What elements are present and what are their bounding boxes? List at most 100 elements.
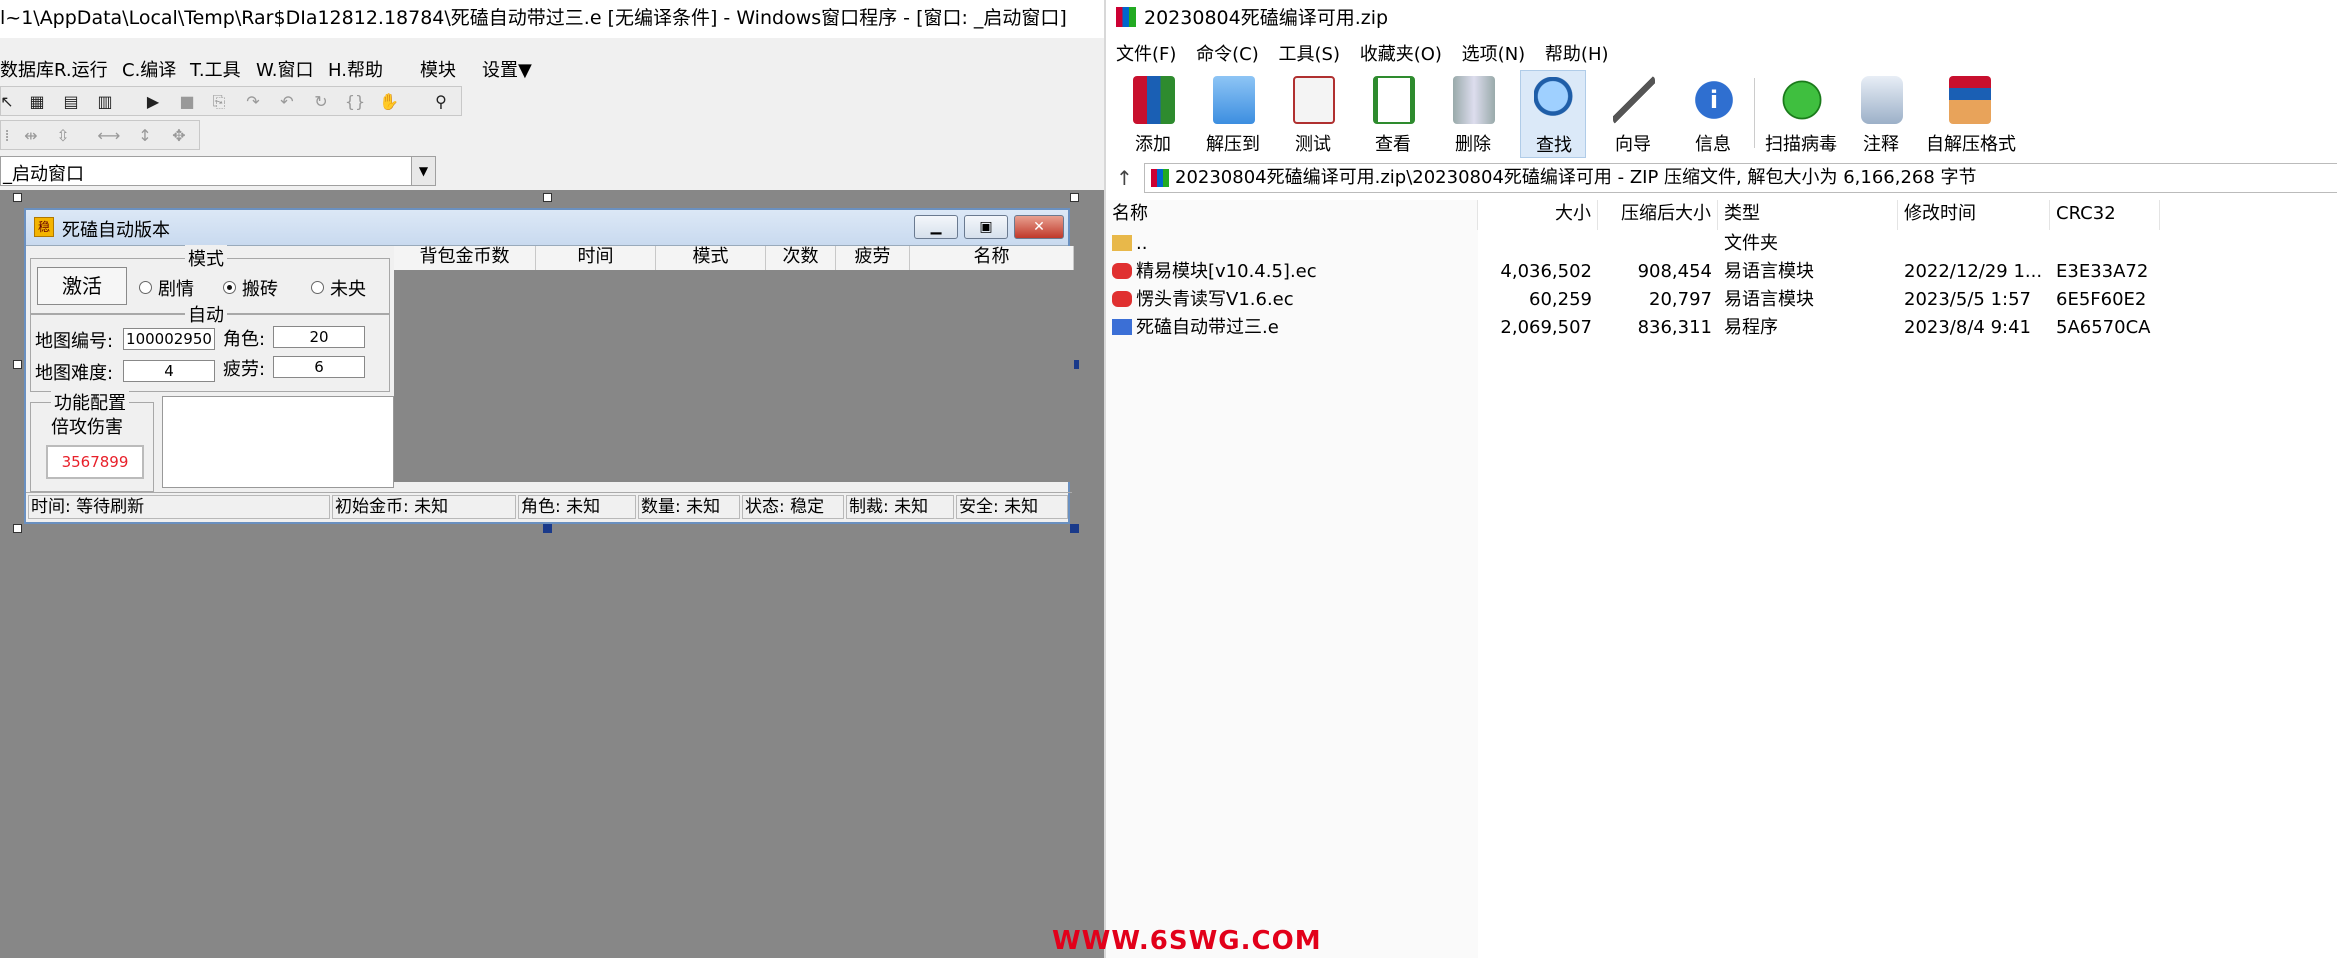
binoculars-icon[interactable]: ⚲ (429, 90, 453, 114)
run-icon[interactable]: ▶ (141, 90, 165, 114)
col-gold[interactable]: 背包金币数 (394, 246, 536, 270)
zip-toolbar: 添加 解压到 测试 查看 删除 查找 向导 i 信息 扫描病毒 注释 自解压格式 (1106, 70, 2337, 160)
vspace-icon[interactable]: ⇳ (51, 124, 75, 148)
view-button[interactable]: 查看 (1360, 70, 1426, 158)
col-size[interactable]: 大小 (1478, 200, 1598, 230)
resize-handle[interactable] (1070, 524, 1079, 533)
role-field[interactable]: 20 (273, 326, 365, 348)
col-time[interactable]: 时间 (536, 246, 656, 270)
comment-button[interactable]: 注释 (1848, 70, 1914, 158)
hspace-icon[interactable]: ⇹ (19, 124, 43, 148)
step-out-icon[interactable]: ↻ (309, 90, 333, 114)
radio-story[interactable]: 剧情 (139, 275, 194, 301)
table-row[interactable]: 愣头青读写V1.6.ec 60,259 20,797 易语言模块 2023/5/… (1106, 286, 2337, 314)
layout-icon[interactable]: ▦ (25, 90, 49, 114)
status-initial-gold: 初始金币: 未知 (332, 495, 516, 519)
resize-handle[interactable] (543, 524, 552, 533)
col-crc[interactable]: CRC32 (2050, 200, 2160, 230)
resize-handle[interactable] (13, 193, 22, 202)
activate-button[interactable]: 激活 (37, 267, 127, 305)
record-list[interactable]: 背包金币数 时间 模式 次数 疲劳 名称 (394, 246, 1074, 482)
role-label: 角色: (223, 329, 266, 350)
extract-button[interactable]: 解压到 (1200, 70, 1266, 158)
close-button[interactable]: ✕ (1014, 215, 1064, 239)
mode-group-caption: 模式 (185, 245, 227, 271)
table-row[interactable]: 死磕自动带过三.e 2,069,507 836,311 易程序 2023/8/4… (1106, 314, 2337, 342)
find-button[interactable]: 查找 (1520, 70, 1586, 158)
resize-handle[interactable] (13, 360, 22, 369)
col-name[interactable]: 名称 (910, 246, 1074, 270)
col-modified[interactable]: 修改时间 (1898, 200, 2050, 230)
step-icon[interactable]: ⎘ (207, 90, 231, 114)
resize-handle[interactable] (1070, 193, 1079, 202)
sfx-button[interactable]: 自解压格式 (1926, 70, 2016, 158)
menu-tools[interactable]: 工具(S) (1279, 44, 1340, 65)
center-icon[interactable]: ✥ (167, 124, 191, 148)
col-fatigue[interactable]: 疲劳 (836, 246, 910, 270)
menu-file[interactable]: 文件(F) (1116, 44, 1176, 65)
delete-button[interactable]: 删除 (1440, 70, 1506, 158)
hand-icon[interactable]: ✋ (377, 90, 401, 114)
step-into-icon[interactable]: ↷ (241, 90, 265, 114)
row-type: 易语言模块 (1724, 289, 1814, 310)
menu-help[interactable]: H.帮助 (328, 56, 383, 82)
braces-icon[interactable]: {} (343, 90, 367, 114)
menu-window[interactable]: W.窗口 (256, 56, 313, 82)
chevron-down-icon[interactable]: ▼ (411, 157, 435, 185)
sfx-box-icon (1949, 76, 1991, 124)
window-select-value: _启动窗口 (3, 164, 84, 185)
menu-database[interactable]: 数据库 (0, 56, 54, 82)
info-button[interactable]: i 信息 (1680, 70, 1746, 158)
fatigue-field[interactable]: 6 (273, 356, 365, 378)
col-packed[interactable]: 压缩后大小 (1598, 200, 1718, 230)
align-icon[interactable]: ⁞ (0, 124, 19, 148)
zip-title: 20230804死磕编译可用.zip (1144, 7, 1389, 29)
same-height-icon[interactable]: ↕ (133, 124, 157, 148)
stop-icon[interactable]: ■ (175, 90, 199, 114)
col-name[interactable]: 名称 (1106, 200, 1478, 230)
row-name: .. (1112, 230, 1147, 258)
menu-compile[interactable]: C.编译 (122, 56, 176, 82)
col-mode[interactable]: 模式 (656, 246, 766, 270)
menu-run[interactable]: R.运行 (54, 56, 108, 82)
row-packed: 908,454 (1637, 261, 1712, 282)
step-over-icon[interactable]: ↶ (275, 90, 299, 114)
window-select-combo[interactable]: _启动窗口 ▼ (0, 156, 436, 186)
menu-options[interactable]: 选项(N) (1462, 44, 1526, 65)
damage-field[interactable]: 3567899 (46, 445, 144, 479)
table-row[interactable]: .. 文件夹 (1106, 230, 2337, 258)
designed-form[interactable]: 稳 死磕自动版本 ▁ ▣ ✕ 模式 激活 剧情 搬砖 未央 自动 地图编号: 1… (24, 208, 1074, 524)
map-no-field[interactable]: 100002950 (123, 328, 215, 350)
radio-weiyang[interactable]: 未央 (311, 275, 366, 301)
menu-command[interactable]: 命令(C) (1196, 44, 1259, 65)
test-button[interactable]: 测试 (1280, 70, 1346, 158)
address-bar[interactable]: 20230804死磕编译可用.zip\20230804死磕编译可用 - ZIP … (1144, 163, 2337, 193)
minimize-button[interactable]: ▁ (914, 215, 958, 239)
resize-handle[interactable] (13, 524, 22, 533)
fatigue-label: 疲劳: (223, 359, 266, 380)
menu-help[interactable]: 帮助(H) (1545, 44, 1609, 65)
map-diff-field[interactable]: 4 (123, 360, 215, 382)
row-type: 文件夹 (1724, 233, 1778, 254)
same-width-icon[interactable]: ⟷ (97, 124, 121, 148)
resize-handle[interactable] (543, 193, 552, 202)
menu-module[interactable]: 模块 (420, 56, 456, 82)
menu-favorites[interactable]: 收藏夹(O) (1360, 44, 1442, 65)
col-type[interactable]: 类型 (1718, 200, 1898, 230)
layout3-icon[interactable]: ▥ (93, 90, 117, 114)
arrow-icon[interactable]: ↖ (0, 90, 19, 114)
menu-settings[interactable]: 设置▼ (482, 56, 532, 82)
up-arrow-icon[interactable]: ↑ (1116, 163, 1133, 193)
layout2-icon[interactable]: ▤ (59, 90, 83, 114)
table-row[interactable]: 精易模块[v10.4.5].ec 4,036,502 908,454 易语言模块… (1106, 258, 2337, 286)
menu-tools[interactable]: T.工具 (190, 56, 241, 82)
status-quantity: 数量: 未知 (638, 495, 740, 519)
add-button[interactable]: 添加 (1120, 70, 1186, 158)
radio-brick[interactable]: 搬砖 (223, 275, 278, 301)
col-count[interactable]: 次数 (766, 246, 836, 270)
wizard-button[interactable]: 向导 (1600, 70, 1666, 158)
maximize-button[interactable]: ▣ (964, 215, 1008, 239)
scan-virus-button[interactable]: 扫描病毒 (1765, 70, 1837, 158)
log-memo[interactable] (162, 396, 394, 488)
row-name: 死磕自动带过三.e (1112, 314, 1279, 342)
